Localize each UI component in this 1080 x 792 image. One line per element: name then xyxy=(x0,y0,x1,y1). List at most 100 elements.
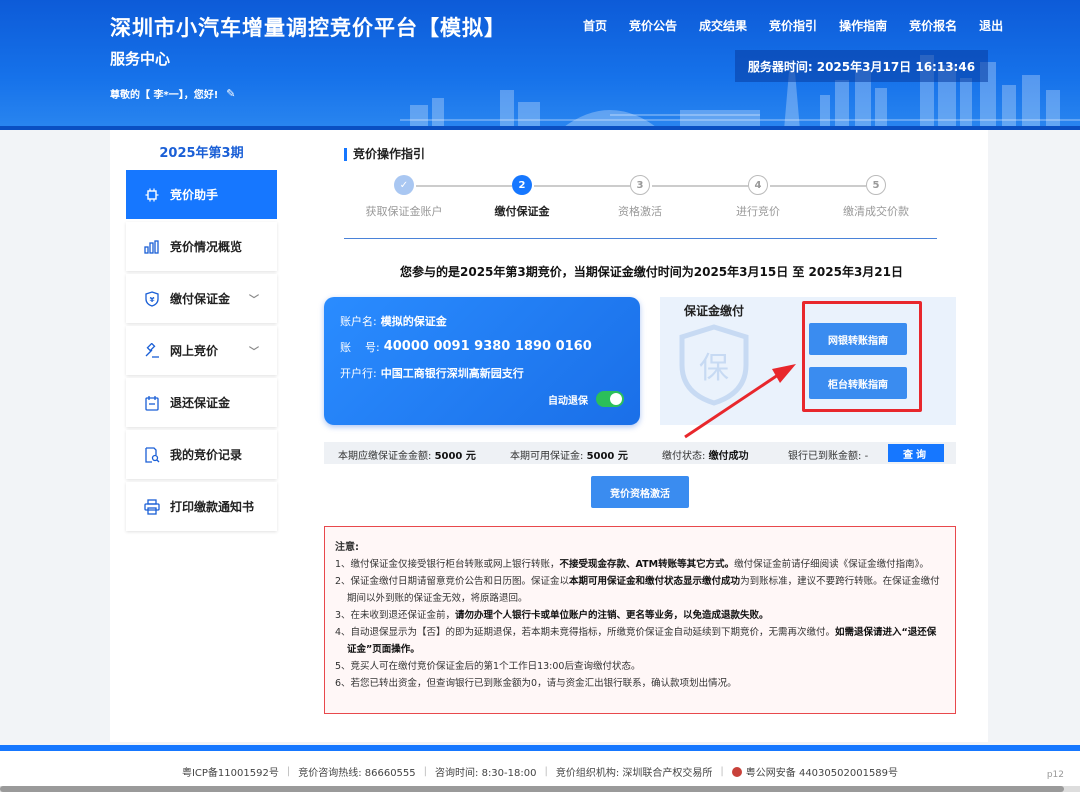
police-badge-icon xyxy=(731,766,742,777)
sidebar-item-label: 竞价情况概览 xyxy=(170,240,243,254)
server-time: 服务器时间: 2025年3月17日 16:13:46 xyxy=(735,50,988,82)
step-bidding: 4 进行竞价 xyxy=(698,175,818,219)
sidebar-item-bidding-assistant[interactable]: 竞价助手 xyxy=(126,170,277,219)
sidebar-item-label: 竞价助手 xyxy=(170,188,219,202)
step-number: 2 xyxy=(512,175,532,195)
period-label: 2025年第3期 xyxy=(159,146,244,161)
service-center-label: 服务中心 xyxy=(110,50,171,68)
scrollbar-thumb[interactable] xyxy=(0,786,1064,792)
cpu-icon xyxy=(144,187,160,203)
sidebar-item-overview[interactable]: 竞价情况概览 xyxy=(126,222,277,271)
top-navigation: 首页 竞价公告 成交结果 竞价指引 操作指南 竞价报名 退出 xyxy=(583,17,1003,34)
account-name-row: 账户名: 模拟的保证金 xyxy=(340,313,624,329)
sidebar-item-print-notice[interactable]: 打印缴款通知书 xyxy=(126,482,277,531)
deposit-status-bar: 本期应缴保证金金额: 5000 元 本期可用保证金: 5000 元 缴付状态: … xyxy=(324,442,956,464)
svg-text:¥: ¥ xyxy=(150,296,155,304)
site-title: 深圳市小汽车增量调控竞价平台【模拟】 xyxy=(110,16,506,40)
deposit-account-card: 账户名: 模拟的保证金 账 号: 40000 0091 9380 1890 01… xyxy=(324,297,640,425)
step-get-account: ✓ 获取保证金账户 xyxy=(344,175,464,219)
online-transfer-guide-button[interactable]: 网银转账指南 xyxy=(809,323,907,355)
account-bank-label: 开户行: xyxy=(340,367,377,380)
document-search-icon xyxy=(144,446,160,463)
payment-status-label: 缴付状态: xyxy=(662,451,706,462)
auto-refund-label: 自动退保 xyxy=(548,395,588,407)
footer-separator: | xyxy=(423,766,428,777)
sidebar-item-refund-deposit[interactable]: 退还保证金 xyxy=(126,378,277,427)
step-number: 3 xyxy=(630,175,650,195)
chevron-down-icon: ﹀ xyxy=(249,295,259,306)
sidebar-item-label: 网上竞价 xyxy=(170,344,219,358)
nav-home[interactable]: 首页 xyxy=(583,17,607,34)
counter-transfer-guide-button[interactable]: 柜台转账指南 xyxy=(809,367,907,399)
nav-results[interactable]: 成交结果 xyxy=(699,17,747,34)
payment-status: 缴付状态: 缴付成功 xyxy=(662,447,749,462)
arrived-amount: 银行已到账金额: - xyxy=(788,447,868,462)
account-name-value: 模拟的保证金 xyxy=(380,315,447,328)
auto-refund: 自动退保 xyxy=(548,391,624,407)
greeting-text: 尊敬的【 李*一】，您好! xyxy=(110,90,219,101)
svg-text:保: 保 xyxy=(699,351,729,386)
steps-divider xyxy=(344,238,937,239)
auto-refund-toggle[interactable] xyxy=(596,391,624,407)
note-item: 3、在未收到退还保证金前，请勿办理个人银行卡或单位账户的注销、更名等业务，以免造… xyxy=(335,610,769,621)
guide-title: 竞价操作指引 xyxy=(344,148,425,161)
check-icon: ✓ xyxy=(394,175,414,195)
sidebar-item-label: 我的竞价记录 xyxy=(170,448,243,462)
nav-operation-guide[interactable]: 操作指南 xyxy=(839,17,887,34)
activate-qualification-button[interactable]: 竞价资格激活 xyxy=(591,476,689,508)
note-item: 5、竞买人可在缴付竞价保证金后的第1个工作日13:00后查询缴付状态。 xyxy=(335,661,641,672)
due-amount-label: 本期应缴保证金金额: xyxy=(338,451,432,462)
notes-title: 注意: xyxy=(335,542,359,553)
sidebar-item-label: 打印缴款通知书 xyxy=(170,500,255,514)
footer-police[interactable]: 粤公网安备 44030502001589号 xyxy=(746,764,898,779)
gavel-icon xyxy=(144,342,160,359)
step-activate: 3 资格激活 xyxy=(580,175,700,219)
chevron-down-icon: ﹀ xyxy=(249,347,259,358)
arrived-amount-value: - xyxy=(864,451,869,462)
deposit-payment-panel: 保证金缴付 保 xyxy=(660,297,956,425)
footer-icp[interactable]: 粤ICP备11001592号 xyxy=(182,764,279,779)
available-amount: 本期可用保证金: 5000 元 xyxy=(510,447,628,462)
note-item: 4、自动退保显示为【否】的即为延期退保，若本期未竞得指标，所缴竞价保证金自动延续… xyxy=(335,627,937,655)
account-name-label: 账户名: xyxy=(340,315,377,328)
footer-hotline: 竞价咨询热线: 86660555 xyxy=(298,768,416,779)
arrived-amount-label: 银行已到账金额: xyxy=(788,451,862,462)
shield-icon: ¥ xyxy=(144,290,160,307)
horizontal-scrollbar[interactable] xyxy=(0,786,1080,792)
calendar-icon xyxy=(144,395,160,411)
payment-title: 保证金缴付 xyxy=(684,304,745,318)
account-bank-value: 中国工商银行深圳高新园支行 xyxy=(380,367,524,380)
sidebar-item-label: 退还保证金 xyxy=(170,396,231,410)
page-tag: p12 xyxy=(1046,770,1064,780)
nav-registration[interactable]: 竞价报名 xyxy=(909,17,957,34)
note-item: 6、若您已转出资金，但查询银行已到账金额为0，请与资金汇出银行联系，确认款项划出… xyxy=(335,678,737,689)
bar-chart-icon xyxy=(144,239,160,255)
step-label: 缴付保证金 xyxy=(494,205,550,218)
footer-hours: 咨询时间: 8:30-18:00 xyxy=(435,768,537,779)
step-pay-final: 5 缴清成交价款 xyxy=(816,175,936,219)
footer-org: 竞价组织机构: 深圳联合产权交易所 xyxy=(555,768,713,779)
sidebar-item-online-bidding[interactable]: 网上竞价 ﹀ xyxy=(126,326,277,375)
sidebar-item-bidding-records[interactable]: 我的竞价记录 xyxy=(126,430,277,479)
step-pay-deposit: 2 缴付保证金 xyxy=(462,175,582,219)
sidebar-item-pay-deposit[interactable]: ¥ 缴付保证金 ﹀ xyxy=(126,274,277,323)
step-label: 缴清成交价款 xyxy=(843,205,909,218)
user-greeting: 尊敬的【 李*一】，您好! ✎ xyxy=(110,86,236,101)
nav-announcements[interactable]: 竞价公告 xyxy=(629,17,677,34)
sidebar: 竞价助手 竞价情况概览 ¥ 缴付保证金 ﹀ 网上竞价 ﹀ 退还保证金 我的竞价记… xyxy=(126,170,277,534)
server-time-label: 服务器时间: xyxy=(747,59,813,74)
notes-panel: 注意: 1、缴付保证金仅接受银行柜台转账或网上银行转账，不接受现金存款、ATM转… xyxy=(324,526,956,714)
due-amount: 本期应缴保证金金额: 5000 元 xyxy=(338,447,476,462)
nav-bidding-guide[interactable]: 竞价指引 xyxy=(769,17,817,34)
account-number-label: 账 号: xyxy=(340,341,380,354)
nav-logout[interactable]: 退出 xyxy=(979,17,1003,34)
payment-status-value: 缴付成功 xyxy=(708,451,749,462)
query-button[interactable]: 查询 xyxy=(888,444,944,462)
printer-icon xyxy=(144,498,160,515)
edit-icon[interactable]: ✎ xyxy=(226,87,235,100)
account-number-value: 40000 0091 9380 1890 0160 xyxy=(383,339,592,354)
site-header: 深圳市小汽车增量调控竞价平台【模拟】 服务中心 尊敬的【 李*一】，您好! ✎ … xyxy=(0,0,1080,130)
main-panel: 2025年第3期 竞价助手 竞价情况概览 ¥ 缴付保证金 ﹀ 网上竞价 ﹀ 退还… xyxy=(110,130,988,742)
available-amount-label: 本期可用保证金: xyxy=(510,451,584,462)
footer-separator: | xyxy=(286,766,291,777)
